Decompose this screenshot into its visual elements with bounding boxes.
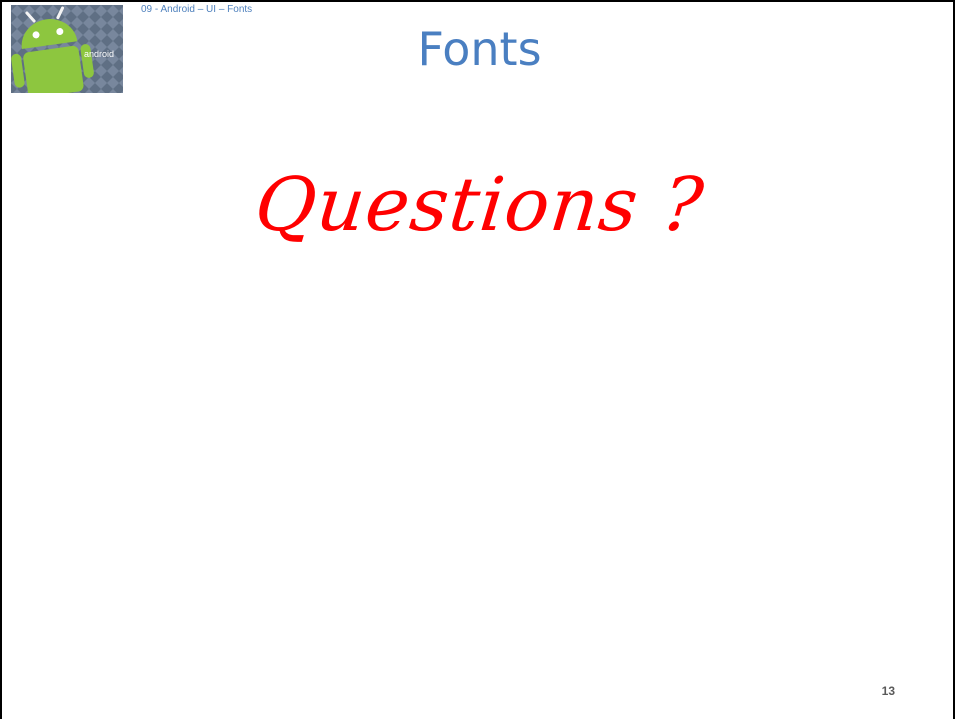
questions-text: Questions ?: [251, 162, 708, 248]
slide: android 09 - Android – UI – Fonts Fonts …: [0, 0, 955, 719]
slide-title: Fonts: [417, 22, 542, 76]
page-number: 13: [881, 684, 895, 698]
breadcrumb: 09 - Android – UI – Fonts: [141, 4, 253, 15]
